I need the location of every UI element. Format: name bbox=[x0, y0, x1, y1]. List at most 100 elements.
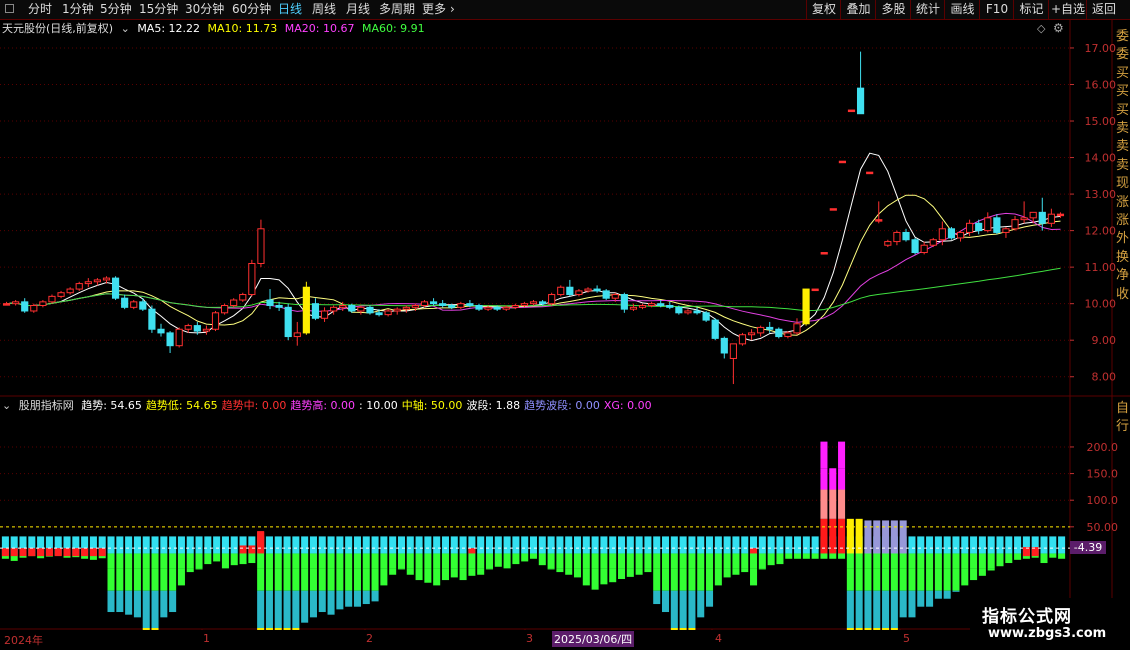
indicator-bar bbox=[934, 568, 942, 591]
indicator-bar bbox=[582, 536, 590, 554]
candle-body bbox=[902, 231, 910, 241]
watermark-title: 指标公式网 bbox=[982, 607, 1072, 627]
indicator-bar bbox=[899, 553, 907, 569]
indicator-bar bbox=[327, 553, 335, 569]
overlay-button[interactable]: 叠加 bbox=[840, 0, 876, 19]
indicator-bar bbox=[917, 536, 925, 554]
indicator-bar bbox=[908, 536, 916, 554]
tab-weekly[interactable]: 周线 bbox=[312, 2, 336, 17]
candle-body bbox=[357, 306, 365, 312]
collapse-icon[interactable]: ⌄ bbox=[121, 22, 130, 35]
candle-body bbox=[829, 208, 837, 211]
indicator-bar bbox=[327, 536, 335, 554]
indicator-bar bbox=[318, 590, 326, 613]
indicator-bar bbox=[274, 568, 282, 591]
f10-button[interactable]: F10 bbox=[979, 0, 1014, 19]
indicator-bar bbox=[978, 568, 986, 576]
tab-60min[interactable]: 60分钟 bbox=[232, 2, 271, 17]
ma60-label: MA60: 9.91 bbox=[361, 22, 425, 35]
date-label-2024: 2024年 bbox=[4, 634, 43, 647]
tab-30min[interactable]: 30分钟 bbox=[185, 2, 224, 17]
candle-body bbox=[302, 286, 310, 334]
indicator-bar bbox=[609, 568, 617, 583]
indicator-bar bbox=[98, 548, 106, 557]
candle-body bbox=[793, 323, 801, 334]
tab-monthly[interactable]: 月线 bbox=[346, 2, 370, 17]
indicator-bar bbox=[688, 568, 696, 591]
candle-body bbox=[1047, 213, 1055, 224]
candle-body bbox=[230, 299, 238, 307]
indicator-bar bbox=[292, 590, 300, 628]
indicator-bar bbox=[221, 553, 229, 569]
candle-body bbox=[638, 305, 647, 308]
candle-body bbox=[693, 310, 701, 314]
stats-button[interactable]: 统计 bbox=[910, 0, 945, 19]
indicator-bar bbox=[169, 568, 177, 591]
indicator-legend-item: 趋势高: 0.00 bbox=[290, 399, 356, 412]
candle-body bbox=[875, 219, 883, 222]
draw-line-button[interactable]: 画线 bbox=[944, 0, 980, 19]
candle-body bbox=[275, 305, 283, 308]
tab-more[interactable]: 更多 bbox=[422, 2, 446, 17]
tab-daily[interactable]: 日线 bbox=[278, 2, 302, 17]
candle-body bbox=[84, 281, 92, 285]
tab-fenshi[interactable]: 分时 bbox=[28, 2, 52, 17]
tab-multi-period[interactable]: 多周期 bbox=[379, 2, 415, 17]
indicator-bar bbox=[882, 553, 890, 569]
indicator-bar bbox=[1040, 553, 1048, 564]
indicator-legend-item: XG: 0.00 bbox=[603, 399, 652, 412]
candle-body bbox=[820, 252, 828, 255]
toolbar-square-icon[interactable] bbox=[5, 4, 14, 13]
candle-body bbox=[402, 306, 410, 310]
watermark: 指标公式网 www.zbgs3.com bbox=[970, 598, 1130, 650]
indicator-bar bbox=[538, 536, 546, 554]
indicator-bar bbox=[890, 553, 898, 569]
candle-body bbox=[884, 241, 892, 246]
more-chevron-icon[interactable]: › bbox=[450, 2, 455, 17]
candle-body bbox=[529, 301, 538, 305]
indicator-bar bbox=[873, 553, 881, 569]
indicator-collapse-icon[interactable]: ⌄ bbox=[2, 399, 11, 412]
indicator-bar bbox=[336, 590, 344, 610]
back-button[interactable]: 返回 bbox=[1086, 0, 1121, 19]
add-watchlist-button[interactable]: +自选 bbox=[1048, 0, 1087, 19]
indicator-bar bbox=[794, 536, 802, 554]
indicator-bar bbox=[952, 590, 960, 592]
moving-average-lines bbox=[6, 152, 1061, 342]
indicator-bar bbox=[169, 590, 177, 613]
indicator-bar bbox=[459, 553, 467, 569]
right-panel-label: 外 bbox=[1116, 231, 1130, 247]
chart-canvas: 17.00 16.00 15.00 14.00 13.00 12.00 11.00 10.00… bbox=[0, 20, 1130, 630]
indicator-bars bbox=[0, 441, 1070, 630]
indicator-bar bbox=[389, 536, 397, 554]
indicator-bar bbox=[776, 553, 784, 565]
multi-stock-button[interactable]: 多股 bbox=[875, 0, 911, 19]
fuquan-button[interactable]: 复权 bbox=[806, 0, 841, 19]
candle-body bbox=[575, 290, 583, 296]
tab-5min[interactable]: 5分钟 bbox=[100, 2, 132, 17]
date-label-feb: 2 bbox=[366, 632, 373, 645]
main-info-line: 天元股份(日线,前复权) ⌄ MA5: 12.22 MA10: 11.73 MA… bbox=[2, 21, 429, 37]
right-panel-label: 净 bbox=[1116, 268, 1130, 284]
settings-gear-icon[interactable]: ⚙ bbox=[1053, 21, 1064, 35]
indicator-bar bbox=[345, 553, 353, 569]
indicator-bar bbox=[1040, 536, 1048, 554]
indicator-bar bbox=[353, 536, 361, 554]
indicator-bar bbox=[10, 548, 18, 557]
indicator-bar bbox=[908, 553, 916, 569]
indicator-bar bbox=[987, 568, 995, 571]
indicator-bar bbox=[318, 568, 326, 591]
indicator-bar bbox=[309, 568, 317, 591]
candle-body bbox=[766, 326, 774, 330]
indicator-bar bbox=[917, 553, 925, 569]
indicator-bar bbox=[468, 553, 476, 569]
diamond-icon[interactable]: ◇ bbox=[1037, 22, 1045, 35]
indicator-bar bbox=[195, 536, 203, 554]
mark-button[interactable]: 标记 bbox=[1013, 0, 1049, 19]
indicator-bar bbox=[485, 553, 494, 569]
tab-1min[interactable]: 1分钟 bbox=[62, 2, 94, 17]
indicator-bar bbox=[292, 553, 300, 569]
candle-body bbox=[420, 301, 429, 306]
tab-15min[interactable]: 15分钟 bbox=[139, 2, 178, 17]
candle-body bbox=[366, 306, 374, 314]
